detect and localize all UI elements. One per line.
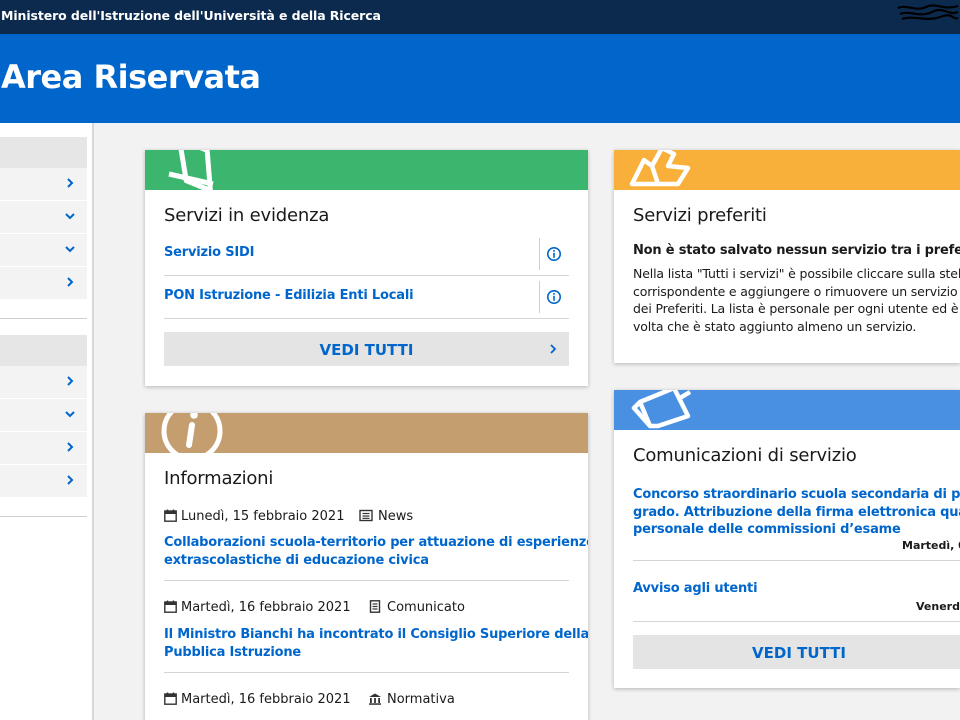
info-icon[interactable] <box>546 289 562 305</box>
empty-favorites-text: Nella lista "Tutti i servizi" è possibil… <box>633 266 960 334</box>
comunicazioni-title: Comunicazioni di servizio <box>633 445 857 466</box>
row-divider <box>539 238 540 270</box>
user-signature-icon[interactable] <box>896 2 960 24</box>
info-date: Martedì, 16 febbraio 2021 <box>181 692 351 707</box>
sidebar-item[interactable] <box>0 201 87 234</box>
sidebar <box>0 123 94 720</box>
calendar-icon <box>164 509 177 522</box>
calendar-icon <box>164 692 177 705</box>
chevron-down-icon <box>65 411 75 418</box>
sidebar-item[interactable] <box>0 366 87 399</box>
info-icon[interactable] <box>546 246 562 262</box>
vedi-tutti-label: VEDI TUTTI <box>752 644 846 662</box>
info-category: News <box>359 509 413 524</box>
sidebar-divider <box>0 318 87 319</box>
info-item-meta: Lunedì, 15 febbraio 2021 News <box>164 509 569 527</box>
info-category-label: News <box>378 509 414 524</box>
sidebar-group-header[interactable] <box>0 335 87 366</box>
servizi-evidenza-card: Servizi in evidenza Servizio SIDI PON Is… <box>145 150 588 386</box>
thumbs-up-icon <box>629 150 691 187</box>
bell-icon <box>168 150 214 190</box>
chevron-right-icon <box>67 475 74 485</box>
communication-divider <box>633 621 960 622</box>
sidebar-divider <box>0 516 87 517</box>
chevron-down-icon <box>65 246 75 253</box>
info-category-label: Comunicato <box>387 600 465 615</box>
servizi-evidenza-band <box>145 150 588 190</box>
info-item-meta: Martedì, 16 febbraio 2021 Normativa <box>164 692 569 710</box>
chevron-down-icon <box>65 213 75 220</box>
servizi-evidenza-title: Servizi in evidenza <box>164 205 330 226</box>
service-link[interactable]: PON Istruzione - Edilizia Enti Locali <box>164 288 414 303</box>
ministry-name[interactable]: Ministero dell'Istruzione dell'Universit… <box>1 8 381 23</box>
service-link[interactable]: Servizio SIDI <box>164 245 254 260</box>
info-category-label: Normativa <box>387 692 455 707</box>
info-item-link[interactable]: Il Ministro Bianchi ha incontrato il Con… <box>164 626 588 661</box>
sidebar-group-header[interactable] <box>0 137 87 168</box>
informazioni-card: Informazioni Lunedì, 15 febbraio 2021 Ne… <box>145 413 588 720</box>
info-category: Comunicato <box>368 600 465 615</box>
page-title: Area Riservata <box>1 58 261 96</box>
newspaper-icon <box>359 509 373 522</box>
communication-link[interactable]: Concorso straordinario scuola secondaria… <box>633 486 960 539</box>
empty-favorites-title: Non è stato salvato nessun servizio tra … <box>633 243 960 258</box>
info-category: Normativa <box>368 692 455 707</box>
sidebar-item[interactable] <box>0 432 87 465</box>
comunicazioni-card: Comunicazioni di servizio Concorso strao… <box>614 390 960 688</box>
row-divider <box>539 281 540 313</box>
sidebar-item[interactable] <box>0 168 87 201</box>
chevron-right-icon <box>550 344 557 354</box>
servizi-preferiti-title: Servizi preferiti <box>633 205 767 226</box>
service-link-row: PON Istruzione - Edilizia Enti Locali <box>164 276 569 319</box>
sidebar-item[interactable] <box>0 267 87 300</box>
sidebar-item[interactable] <box>0 234 87 267</box>
communication-link[interactable]: Avviso agli utenti <box>633 580 758 598</box>
informazioni-title: Informazioni <box>164 468 274 489</box>
ministry-top-bar: Ministero dell'Istruzione dell'Universit… <box>0 0 960 34</box>
chevron-right-icon <box>67 277 74 287</box>
info-circle-icon <box>161 413 223 453</box>
vedi-tutti-label: VEDI TUTTI <box>319 341 414 359</box>
info-divider <box>164 580 569 581</box>
info-item-meta: Martedì, 16 febbraio 2021 Comunicato <box>164 600 569 618</box>
sidebar-group-2 <box>0 335 87 498</box>
sidebar-item[interactable] <box>0 399 87 432</box>
calendar-icon <box>164 600 177 613</box>
info-divider <box>164 672 569 673</box>
info-item-link[interactable]: Collaborazioni scuola-territorio per att… <box>164 534 588 569</box>
service-link-row: Servizio SIDI <box>164 233 569 276</box>
chevron-right-icon <box>67 178 74 188</box>
info-date: Lunedì, 15 febbraio 2021 <box>181 509 345 524</box>
servizi-preferiti-card: Servizi preferiti Non è stato salvato ne… <box>614 150 960 363</box>
communication-date: Venerdì, <box>916 600 960 613</box>
sidebar-group-1 <box>0 137 87 300</box>
building-icon <box>369 693 381 705</box>
communication-divider <box>633 560 960 561</box>
megaphone-icon <box>631 390 692 429</box>
communication-date: Martedì, 05 <box>902 539 960 552</box>
chevron-right-icon <box>67 442 74 452</box>
document-icon <box>369 600 381 613</box>
servizi-preferiti-band <box>614 150 960 190</box>
comunicazioni-band <box>614 390 960 430</box>
informazioni-band <box>145 413 588 453</box>
info-date: Martedì, 16 febbraio 2021 <box>181 600 351 615</box>
sidebar-item[interactable] <box>0 465 87 498</box>
vedi-tutti-button[interactable]: VEDI TUTTI <box>164 332 569 366</box>
vedi-tutti-button[interactable]: VEDI TUTTI <box>633 635 960 669</box>
chevron-right-icon <box>67 376 74 386</box>
page-header: Area Riservata <box>0 34 960 123</box>
